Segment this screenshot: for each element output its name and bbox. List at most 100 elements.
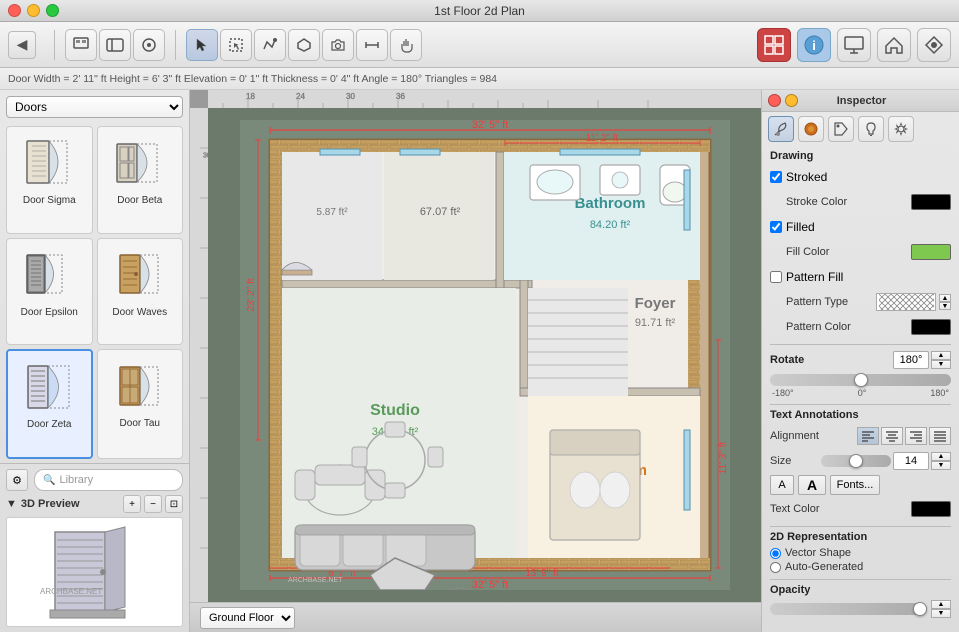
stroke-color-swatch[interactable] <box>911 194 951 210</box>
sidebar-item-door-beta[interactable]: Door Beta <box>97 126 184 234</box>
search-placeholder: Library <box>59 474 93 486</box>
divider-1 <box>770 344 951 345</box>
svg-text:91.71 ft²: 91.71 ft² <box>634 317 675 329</box>
opacity-slider[interactable] <box>770 603 927 615</box>
svg-text:Foyer: Foyer <box>634 295 675 312</box>
sidebar-item-door-zeta[interactable]: Door Zeta <box>6 349 93 459</box>
svg-text:Bathroom: Bathroom <box>574 195 645 212</box>
inspector-tab-lightbulb[interactable] <box>858 116 884 142</box>
stroked-checkbox[interactable] <box>770 171 782 183</box>
reset-view-btn[interactable]: ⊡ <box>165 495 183 513</box>
home-icon[interactable] <box>877 28 911 62</box>
polygon-tool[interactable] <box>288 29 320 61</box>
measure-tool[interactable] <box>356 29 388 61</box>
preview-triangle-icon: ▼ <box>6 498 17 510</box>
size-slider[interactable] <box>821 455 891 467</box>
svg-text:i: i <box>812 38 816 53</box>
inspector-body: Drawing Stroked Stroke Color Fil <box>762 146 959 628</box>
nav-icon[interactable] <box>917 28 951 62</box>
inspector-tab-gear[interactable] <box>888 116 914 142</box>
inspector-tab-brush[interactable] <box>768 116 794 142</box>
rotate-slider[interactable] <box>770 374 951 386</box>
preview-header[interactable]: ▼ 3D Preview + − ⊡ <box>6 495 183 513</box>
info-icon[interactable]: i <box>797 28 831 62</box>
opacity-title: Opacity <box>770 584 951 596</box>
window-title: 1st Floor 2d Plan <box>434 4 525 18</box>
icon-tool-3[interactable] <box>133 29 165 61</box>
settings-icon[interactable]: ⚙ <box>6 469 28 491</box>
door-sigma-label: Door Sigma <box>23 195 76 206</box>
pattern-type-down[interactable]: ▼ <box>939 302 951 310</box>
sidebar-item-door-epsilon[interactable]: Door Epsilon <box>6 238 93 346</box>
angle-min: -180° <box>772 388 794 398</box>
floor-select[interactable]: Ground Floor 1st Floor 2nd Floor <box>200 607 295 629</box>
inspector-tab-circle[interactable] <box>798 116 824 142</box>
category-dropdown[interactable]: Doors Windows Stairs <box>6 96 183 118</box>
size-row: Size 14 ▲ ▼ <box>770 450 951 472</box>
sidebar-item-door-sigma[interactable]: Door Sigma <box>6 126 93 234</box>
icon-tool-1[interactable] <box>65 29 97 61</box>
drawing-section-title: Drawing <box>770 150 951 162</box>
align-center-btn[interactable] <box>881 427 903 445</box>
inspector-window-controls[interactable] <box>768 94 798 107</box>
left-sidebar: Doors Windows Stairs <box>0 90 190 632</box>
door-epsilon-label: Door Epsilon <box>21 307 78 318</box>
camera-tool[interactable] <box>322 29 354 61</box>
opacity-up[interactable]: ▲ <box>931 600 951 609</box>
icon-tool-2[interactable] <box>99 29 131 61</box>
auto-radio[interactable] <box>770 562 781 573</box>
svg-text:32' 5" ft: 32' 5" ft <box>471 579 508 590</box>
alignment-label: Alignment <box>770 430 819 442</box>
title-bar: 1st Floor 2d Plan <box>0 0 959 22</box>
vector-radio[interactable] <box>770 548 781 559</box>
size-down[interactable]: ▼ <box>931 461 951 470</box>
align-justify-btn[interactable] <box>929 427 951 445</box>
fill-color-swatch[interactable] <box>911 244 951 260</box>
pattern-type-swatch[interactable] <box>876 293 936 311</box>
zoom-in-btn[interactable]: + <box>123 495 141 513</box>
text-color-swatch[interactable] <box>911 501 951 517</box>
zoom-out-btn[interactable]: − <box>144 495 162 513</box>
svg-text:23' 2" ft: 23' 2" ft <box>246 278 257 311</box>
monitor-icon[interactable] <box>837 28 871 62</box>
text-ann-title: Text Annotations <box>770 409 951 421</box>
maximize-button[interactable] <box>46 4 59 17</box>
pattern-type-up[interactable]: ▲ <box>939 294 951 302</box>
size-value[interactable]: 14 <box>893 452 929 470</box>
select-tool[interactable] <box>220 29 252 61</box>
sidebar-item-door-tau[interactable]: Door Tau <box>97 349 184 459</box>
preview-label-container: ▼ 3D Preview <box>6 498 80 510</box>
sidebar-item-door-waves[interactable]: Door Waves <box>97 238 184 346</box>
font-small-btn[interactable]: A <box>770 475 794 495</box>
size-up[interactable]: ▲ <box>931 452 951 461</box>
inspector-close[interactable] <box>768 94 781 107</box>
angle-zero: 0° <box>858 388 867 398</box>
pattern-color-swatch[interactable] <box>911 319 951 335</box>
inspector-tab-tag[interactable] <box>828 116 854 142</box>
opacity-down[interactable]: ▼ <box>931 609 951 618</box>
inspector-minimize[interactable] <box>785 94 798 107</box>
rotate-up[interactable]: ▲ <box>931 351 951 360</box>
window-controls[interactable] <box>8 4 59 17</box>
pattern-fill-row: Pattern Fill <box>770 266 951 288</box>
back-button[interactable]: ◀ <box>8 31 36 59</box>
rotate-down[interactable]: ▼ <box>931 360 951 369</box>
grid-icon[interactable] <box>757 28 791 62</box>
svg-text:24: 24 <box>296 92 305 101</box>
cursor-tool[interactable] <box>186 29 218 61</box>
draw-tool[interactable] <box>254 29 286 61</box>
minimize-button[interactable] <box>27 4 40 17</box>
align-left-btn[interactable] <box>857 427 879 445</box>
search-box[interactable]: 🔍 Library <box>34 469 183 491</box>
pattern-fill-checkbox[interactable] <box>770 271 782 283</box>
hand-tool[interactable] <box>390 29 422 61</box>
align-right-btn[interactable] <box>905 427 927 445</box>
font-large-btn[interactable]: A <box>798 475 826 495</box>
right-inspector: Inspector Drawing <box>761 90 959 632</box>
fonts-button[interactable]: Fonts... <box>830 475 880 495</box>
category-select[interactable]: Doors Windows Stairs <box>6 96 183 118</box>
rotate-value[interactable]: 180° <box>893 351 929 369</box>
filled-checkbox[interactable] <box>770 221 782 233</box>
toolbar-separator-1 <box>54 30 55 60</box>
close-button[interactable] <box>8 4 21 17</box>
